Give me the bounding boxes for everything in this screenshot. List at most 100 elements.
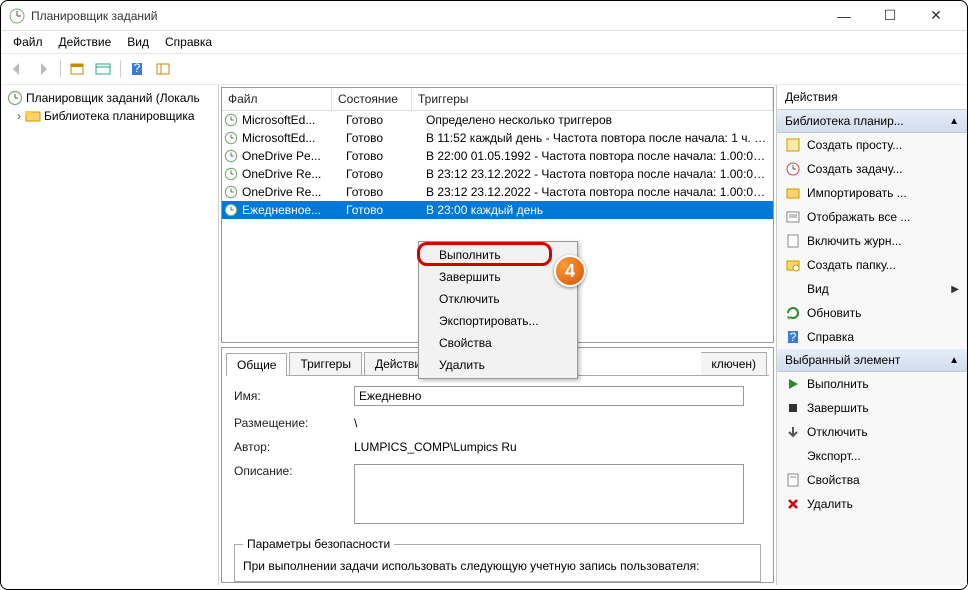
tree-root-label: Планировщик заданий (Локаль (26, 91, 200, 105)
table-row[interactable]: OneDrive Re... Готово В 23:12 23.12.2022… (222, 183, 773, 201)
context-menu[interactable]: Выполнить Завершить Отключить Экспортиро… (418, 241, 578, 379)
security-legend: Параметры безопасности (243, 537, 394, 551)
action-icon (785, 448, 801, 464)
clock-icon (224, 167, 238, 181)
table-row[interactable]: MicrosoftEd... Готово В 11:52 каждый ден… (222, 129, 773, 147)
menu-file[interactable]: Файл (5, 33, 51, 51)
toolbar-help-button[interactable]: ? (125, 57, 149, 81)
nav-back-button[interactable] (5, 57, 29, 81)
ctx-run[interactable]: Выполнить (421, 244, 575, 266)
clock-icon (7, 90, 23, 106)
action-item[interactable]: Отображать все ... (777, 205, 967, 229)
toolbar-separator (59, 60, 61, 78)
action-icon (785, 400, 801, 416)
col-state[interactable]: Состояние (332, 88, 412, 110)
action-icon (785, 496, 801, 512)
col-file[interactable]: Файл (222, 88, 332, 110)
toolbar-separator (119, 60, 121, 78)
tree-root[interactable]: Планировщик заданий (Локаль (5, 89, 214, 107)
clock-icon (224, 131, 238, 145)
title-bar: Планировщик заданий — ☐ ✕ (1, 1, 967, 31)
action-item[interactable]: Создать просту... (777, 133, 967, 157)
menu-action[interactable]: Действие (51, 33, 120, 51)
action-item[interactable]: Удалить (777, 492, 967, 516)
action-icon (785, 376, 801, 392)
collapse-icon[interactable]: ▲ (949, 355, 959, 366)
clock-icon (224, 113, 238, 127)
nav-forward-button[interactable] (31, 57, 55, 81)
security-group: Параметры безопасности При выполнении за… (234, 537, 761, 582)
toolbar-btn-1[interactable] (65, 57, 89, 81)
description-label: Описание: (234, 464, 354, 478)
close-button[interactable]: ✕ (913, 1, 959, 31)
security-text: При выполнении задачи использовать следу… (243, 559, 752, 573)
location-value: \ (354, 416, 761, 430)
action-item[interactable]: Выполнить (777, 372, 967, 396)
author-label: Автор: (234, 440, 354, 454)
submenu-arrow-icon: ▶ (951, 284, 959, 295)
action-item[interactable]: Экспорт... (777, 444, 967, 468)
action-icon (785, 161, 801, 177)
maximize-button[interactable]: ☐ (867, 1, 913, 31)
clock-icon (224, 149, 238, 163)
action-icon: ? (785, 329, 801, 345)
table-row[interactable]: Ежедневное... Готово В 23:00 каждый день (222, 201, 773, 219)
svg-text:?: ? (790, 330, 797, 344)
action-item[interactable]: Свойства (777, 468, 967, 492)
description-field[interactable] (354, 464, 744, 524)
tab-triggers[interactable]: Триггеры (289, 352, 362, 375)
toolbar-btn-3[interactable] (151, 57, 175, 81)
collapse-icon[interactable]: ▲ (949, 116, 959, 127)
ctx-end[interactable]: Завершить (421, 266, 575, 288)
tree-library-label: Библиотека планировщика (44, 109, 195, 123)
svg-text:?: ? (134, 61, 141, 75)
window-title: Планировщик заданий (31, 9, 157, 23)
tree-library[interactable]: › Библиотека планировщика (5, 107, 214, 125)
ctx-delete[interactable]: Удалить (421, 354, 575, 376)
toolbar: ? (1, 53, 967, 85)
action-icon (785, 233, 801, 249)
name-label: Имя: (234, 389, 354, 403)
nav-tree[interactable]: Планировщик заданий (Локаль › Библиотека… (1, 85, 219, 585)
action-item[interactable]: Завершить (777, 396, 967, 420)
table-row[interactable]: MicrosoftEd... Готово Определено несколь… (222, 111, 773, 129)
action-item[interactable]: Создать задачу... (777, 157, 967, 181)
annotation-badge: 4 (554, 255, 586, 287)
name-field[interactable] (354, 386, 744, 406)
detail-pane: Общие Триггеры Действия У ключен) Имя: Р… (221, 347, 774, 583)
clock-icon (224, 185, 238, 199)
ctx-export[interactable]: Экспортировать... (421, 310, 575, 332)
tab-overflow: ключен) (701, 352, 767, 375)
action-icon (785, 185, 801, 201)
minimize-button[interactable]: — (821, 1, 867, 31)
actions-section-selected[interactable]: Выбранный элемент ▲ (777, 349, 967, 372)
action-item[interactable]: Импортировать ... (777, 181, 967, 205)
menu-bar: Файл Действие Вид Справка (1, 31, 967, 53)
actions-pane: Действия Библиотека планир... ▲ Создать … (777, 85, 967, 585)
action-icon (785, 257, 801, 273)
col-triggers[interactable]: Триггеры (412, 88, 773, 110)
ctx-properties[interactable]: Свойства (421, 332, 575, 354)
action-item[interactable]: Включить журн... (777, 229, 967, 253)
action-icon (785, 472, 801, 488)
menu-view[interactable]: Вид (119, 33, 157, 51)
actions-section-library[interactable]: Библиотека планир... ▲ (777, 110, 967, 133)
author-value: LUMPICS_COMP\Lumpics Ru (354, 440, 761, 454)
action-icon (785, 305, 801, 321)
tab-general[interactable]: Общие (226, 353, 287, 376)
toolbar-btn-2[interactable] (91, 57, 115, 81)
table-row[interactable]: OneDrive Re... Готово В 23:12 23.12.2022… (222, 165, 773, 183)
expand-icon[interactable]: › (13, 109, 25, 123)
action-icon (785, 281, 801, 297)
action-item[interactable]: Обновить (777, 301, 967, 325)
actions-header: Действия (777, 85, 967, 110)
table-row[interactable]: OneDrive Pe... Готово В 22:00 01.05.1992… (222, 147, 773, 165)
action-item[interactable]: Вид▶ (777, 277, 967, 301)
action-item[interactable]: Создать папку... (777, 253, 967, 277)
menu-help[interactable]: Справка (157, 33, 220, 51)
action-item[interactable]: Отключить (777, 420, 967, 444)
folder-icon (25, 108, 41, 124)
ctx-disable[interactable]: Отключить (421, 288, 575, 310)
action-item[interactable]: ?Справка (777, 325, 967, 349)
location-label: Размещение: (234, 416, 354, 430)
